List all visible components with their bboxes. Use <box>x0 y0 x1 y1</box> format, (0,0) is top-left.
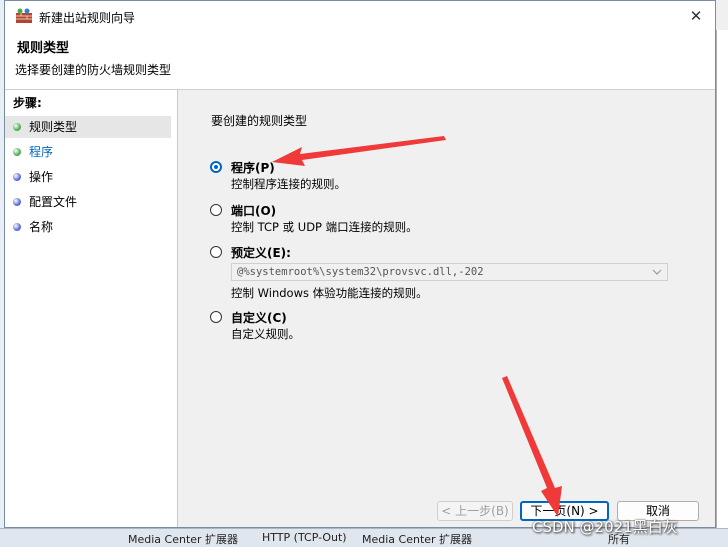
back-button[interactable]: < 上一步(B) <box>437 501 513 521</box>
background-cell: HTTP (TCP-Out) <box>262 531 347 544</box>
rule-type-prompt: 要创建的规则类型 <box>211 114 308 128</box>
custom-radio[interactable] <box>210 311 222 323</box>
background-cell: Media Center 扩展器 <box>128 533 239 546</box>
background-cell: Media Center 扩展器 <box>362 533 473 546</box>
close-icon[interactable]: ✕ <box>685 5 707 27</box>
port-option-description: 控制 TCP 或 UDP 端口连接的规则。 <box>231 220 418 234</box>
port-option-label[interactable]: 端口(O) <box>231 202 276 219</box>
new-outbound-rule-wizard: 新建出站规则向导 ✕ 规则类型 选择要创建的防火墙规则类型 步骤: 规则类型 程… <box>4 0 716 528</box>
step-action[interactable]: 操作 <box>5 166 171 188</box>
step-label: 程序 <box>29 145 54 159</box>
watermark: CSDN @2021黑白灰 <box>532 518 678 536</box>
step-rule-type[interactable]: 规则类型 <box>5 116 171 138</box>
step-status-icon <box>13 148 21 156</box>
window-title: 新建出站规则向导 <box>39 11 136 25</box>
step-profile[interactable]: 配置文件 <box>5 191 171 213</box>
step-program[interactable]: 程序 <box>5 141 171 163</box>
step-status-icon <box>13 223 21 231</box>
program-option-label[interactable]: 程序(P) <box>231 159 275 176</box>
port-radio[interactable] <box>210 204 222 216</box>
step-status-icon <box>13 173 21 181</box>
predefined-dropdown-value: @%systemroot%\system32\provsvc.dll,-202 <box>237 266 484 278</box>
background-window-right <box>716 30 728 530</box>
step-status-icon <box>13 123 21 131</box>
step-label: 操作 <box>29 170 54 184</box>
custom-option-label[interactable]: 自定义(C) <box>231 309 287 326</box>
content-panel: 要创建的规则类型 程序(P) 控制程序连接的规则。 端口(O) 控制 TCP 或… <box>181 90 715 527</box>
predefined-radio[interactable] <box>210 246 222 258</box>
chevron-down-icon <box>652 269 662 275</box>
step-label: 规则类型 <box>29 120 78 134</box>
steps-panel: 步骤: 规则类型 程序 操作 配置文件 名称 <box>5 90 178 527</box>
predefined-option-description: 控制 Windows 体验功能连接的规则。 <box>231 286 428 300</box>
step-label: 配置文件 <box>29 195 78 209</box>
page-subtitle: 选择要创建的防火墙规则类型 <box>15 63 172 77</box>
predefined-dropdown: @%systemroot%\system32\provsvc.dll,-202 <box>231 263 668 281</box>
page-header: 规则类型 选择要创建的防火墙规则类型 <box>5 31 715 90</box>
steps-title: 步骤: <box>13 96 42 110</box>
step-name[interactable]: 名称 <box>5 216 171 238</box>
page-title: 规则类型 <box>17 41 70 56</box>
step-label: 名称 <box>29 220 54 234</box>
predefined-option-label[interactable]: 预定义(E): <box>231 244 291 261</box>
custom-option-description: 自定义规则。 <box>231 327 300 341</box>
title-bar: 新建出站规则向导 ✕ <box>5 1 715 31</box>
program-radio[interactable] <box>210 161 222 173</box>
step-status-icon <box>13 198 21 206</box>
firewall-icon <box>16 8 32 23</box>
program-option-description: 控制程序连接的规则。 <box>231 177 346 191</box>
